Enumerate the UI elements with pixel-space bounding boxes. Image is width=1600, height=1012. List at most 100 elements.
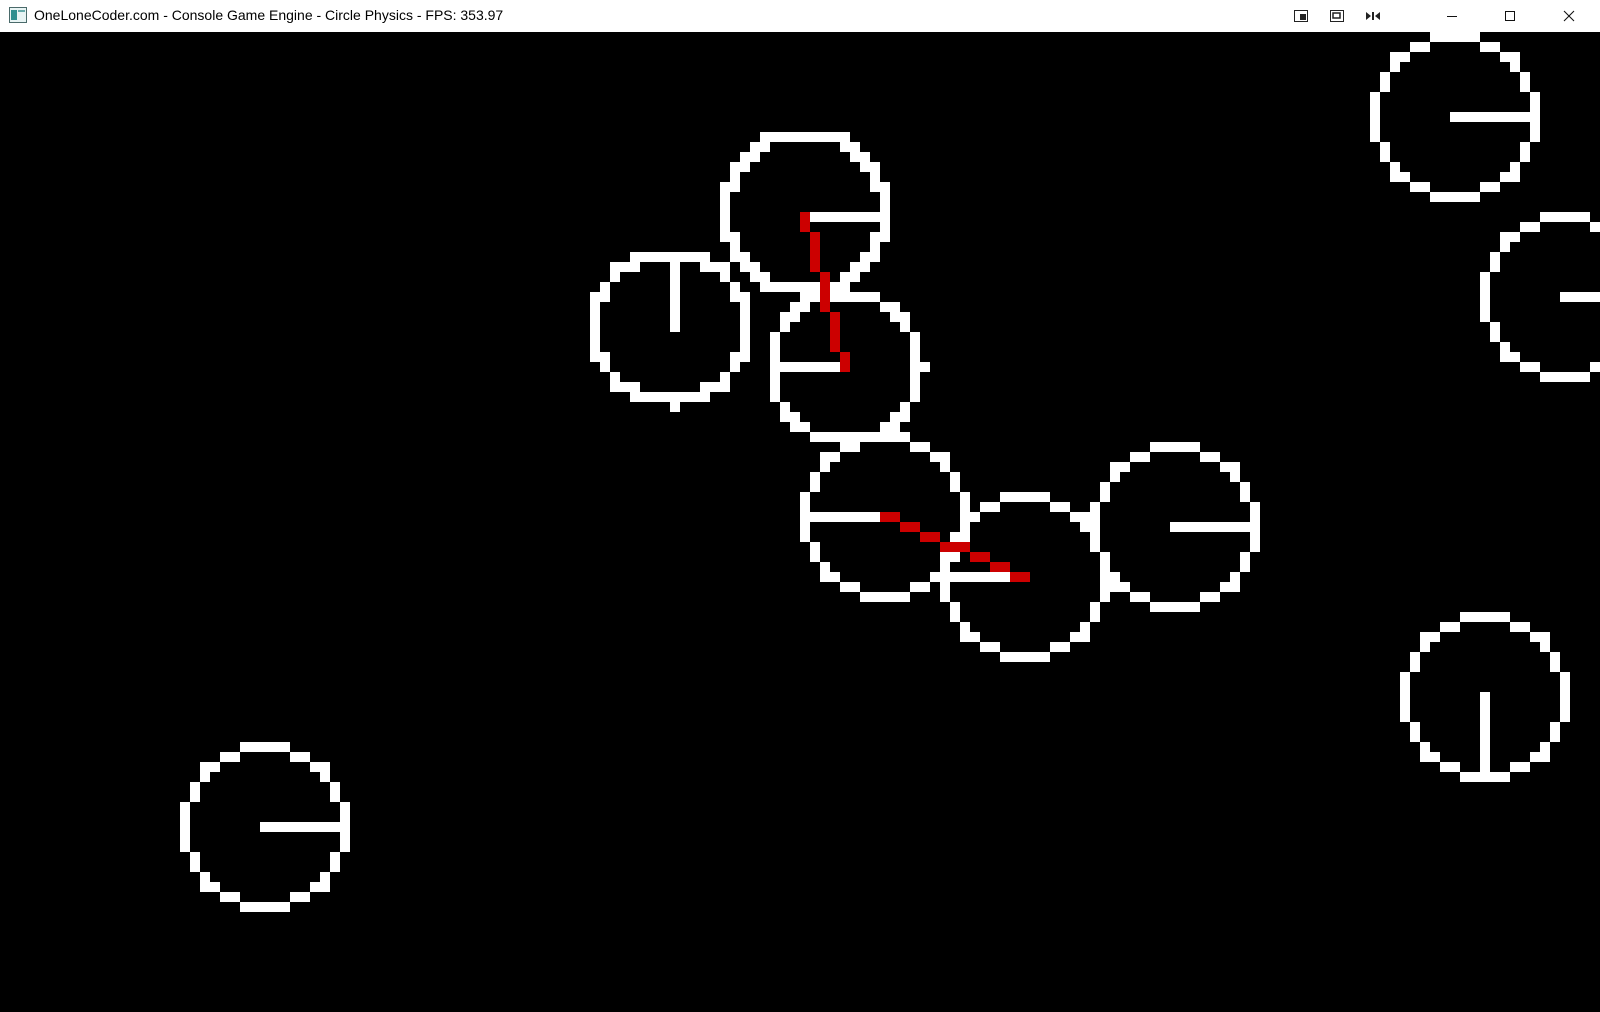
- ball-9-pixel: [190, 782, 200, 792]
- collision-line-1-pixel: [900, 522, 910, 532]
- ball-5-pixel: [1100, 552, 1110, 562]
- ball-9-pixel: [250, 902, 260, 912]
- ball-6-pixel: [1380, 82, 1390, 92]
- ball-6-pixel: [1520, 72, 1530, 82]
- ball-3-pixel: [850, 512, 860, 522]
- ball-4-pixel: [1050, 502, 1060, 512]
- window-switch-button[interactable]: [1322, 0, 1352, 32]
- ball-8-pixel: [1480, 722, 1490, 732]
- ball-0-pixel: [730, 162, 740, 172]
- ball-8-pixel: [1550, 662, 1560, 672]
- ball-8-pixel: [1560, 702, 1570, 712]
- ball-1-pixel: [590, 302, 600, 312]
- ball-9-pixel: [320, 772, 330, 782]
- ball-1-pixel: [650, 392, 660, 402]
- ball-0-pixel: [880, 192, 890, 202]
- ball-3-pixel: [860, 432, 870, 442]
- ball-6-pixel: [1490, 112, 1500, 122]
- ball-5-pixel: [1120, 462, 1130, 472]
- ball-5-pixel: [1220, 462, 1230, 472]
- ball-4-pixel: [1080, 622, 1090, 632]
- ball-1-pixel: [630, 252, 640, 262]
- collision-line-1-pixel: [970, 552, 980, 562]
- ball-8-pixel: [1500, 612, 1510, 622]
- ball-6-pixel: [1390, 52, 1400, 62]
- ball-1: [590, 252, 750, 412]
- ball-9-pixel: [240, 902, 250, 912]
- ball-2-pixel: [820, 362, 830, 372]
- ball-7-pixel: [1490, 262, 1500, 272]
- ball-6-pixel: [1500, 52, 1510, 62]
- ball-7-pixel: [1540, 212, 1550, 222]
- ball-3-pixel: [930, 452, 940, 462]
- ball-1-pixel: [610, 272, 620, 282]
- ball-4-pixel: [940, 552, 950, 562]
- ball-0-pixel: [790, 132, 800, 142]
- ball-4-pixel: [1100, 592, 1110, 602]
- ball-2-pixel: [900, 402, 910, 412]
- ball-3-pixel: [890, 592, 900, 602]
- ball-1-pixel: [590, 322, 600, 332]
- ball-4-pixel: [960, 572, 970, 582]
- ball-3-pixel: [950, 472, 960, 482]
- ball-1-pixel: [600, 362, 610, 372]
- ball-6-pixel: [1390, 172, 1400, 182]
- ball-1-pixel: [590, 352, 600, 362]
- minimize-icon: [1447, 16, 1457, 17]
- ball-8-pixel: [1400, 682, 1410, 692]
- ball-2-pixel: [900, 412, 910, 422]
- minimize-button[interactable]: [1430, 0, 1474, 32]
- ball-7-pixel: [1570, 292, 1580, 302]
- ball-9-pixel: [340, 812, 350, 822]
- ball-6-pixel: [1470, 192, 1480, 202]
- ball-8-pixel: [1420, 742, 1430, 752]
- ball-5-pixel: [1110, 572, 1120, 582]
- ball-9-pixel: [310, 762, 320, 772]
- maximize-button[interactable]: [1488, 0, 1532, 32]
- ball-1-pixel: [690, 392, 700, 402]
- collision-line-0-pixel: [830, 332, 840, 342]
- ball-3-pixel: [960, 492, 970, 502]
- game-viewport[interactable]: [0, 32, 1600, 1012]
- snap-layout-button[interactable]: [1286, 0, 1316, 32]
- ball-6-pixel: [1500, 172, 1510, 182]
- ball-5-pixel: [1240, 492, 1250, 502]
- ball-3-pixel: [820, 462, 830, 472]
- ball-1-pixel: [740, 292, 750, 302]
- close-button[interactable]: [1546, 0, 1592, 32]
- ball-0-pixel: [850, 262, 860, 272]
- ball-6-pixel: [1490, 182, 1500, 192]
- ball-6-pixel: [1460, 192, 1470, 202]
- ball-0-pixel: [820, 132, 830, 142]
- ball-9-pixel: [280, 822, 290, 832]
- ball-4-pixel: [1090, 612, 1100, 622]
- ball-9-pixel: [220, 892, 230, 902]
- ball-9-pixel: [320, 762, 330, 772]
- ball-9-pixel: [330, 782, 340, 792]
- title-bar[interactable]: OneLoneCoder.com - Console Game Engine -…: [0, 0, 1600, 32]
- ball-0-pixel: [850, 152, 860, 162]
- ball-5-pixel: [1190, 602, 1200, 612]
- ball-4-pixel: [1050, 642, 1060, 652]
- ball-8-pixel: [1460, 772, 1470, 782]
- ball-2-pixel: [830, 362, 840, 372]
- ball-5-pixel: [1230, 462, 1240, 472]
- media-button[interactable]: [1358, 0, 1388, 32]
- ball-0-pixel: [810, 212, 820, 222]
- collision-line-1-pixel: [930, 532, 940, 542]
- collision-line-0-pixel: [820, 302, 830, 312]
- ball-0-pixel: [720, 212, 730, 222]
- ball-1-pixel: [590, 342, 600, 352]
- ball-8-pixel: [1540, 632, 1550, 642]
- ball-6-pixel: [1530, 132, 1540, 142]
- game-canvas[interactable]: [0, 32, 1600, 1012]
- collision-line-0-pixel: [820, 272, 830, 282]
- ball-3-pixel: [910, 582, 920, 592]
- ball-0-pixel: [840, 142, 850, 152]
- ball-7-pixel: [1560, 372, 1570, 382]
- ball-5-pixel: [1210, 522, 1220, 532]
- ball-4-pixel: [960, 522, 970, 532]
- ball-0-pixel: [810, 132, 820, 142]
- ball-0-pixel: [860, 152, 870, 162]
- ball-1-pixel: [720, 272, 730, 282]
